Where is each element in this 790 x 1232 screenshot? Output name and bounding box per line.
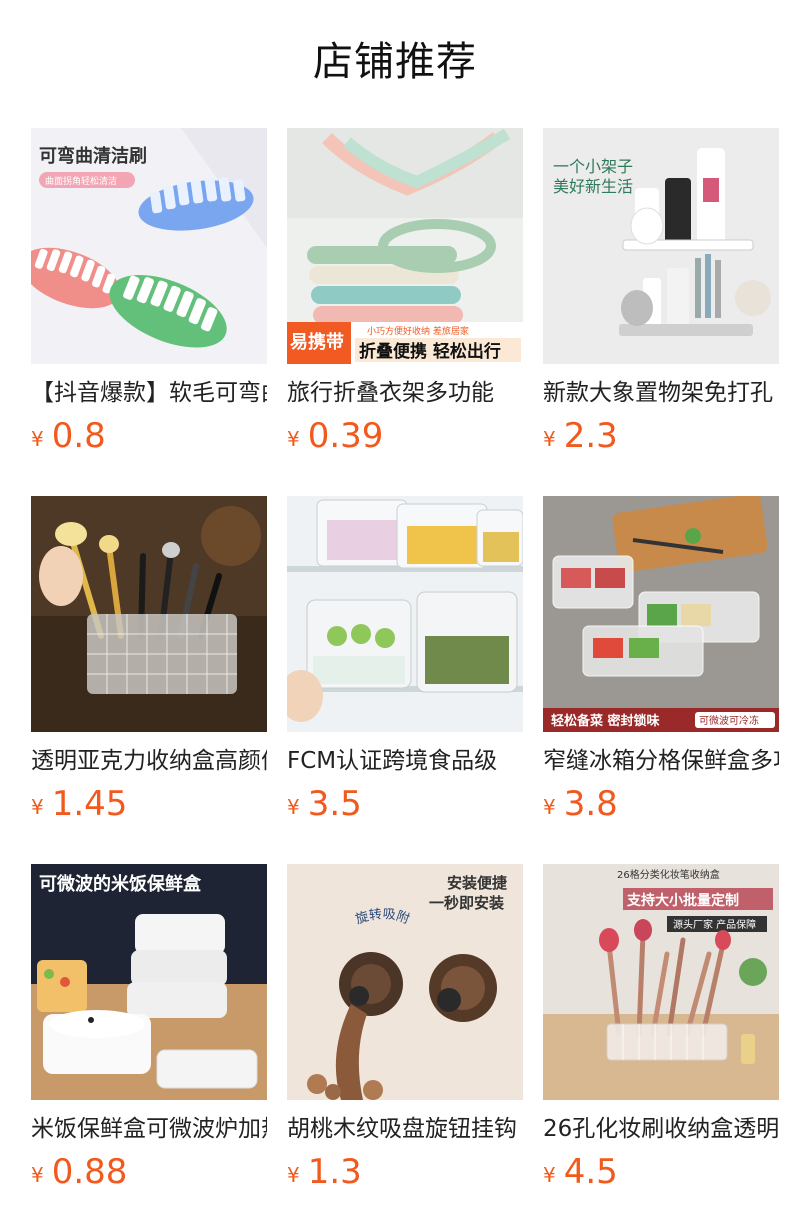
product-image-fridge-box[interactable] — [287, 496, 523, 732]
currency-symbol: ¥ — [31, 427, 44, 451]
product-image-divided-box[interactable]: 轻松备菜 密封锁味 可微波可冷冻 — [543, 496, 779, 732]
product-image-rice-box[interactable]: 可微波的米饭保鲜盒 — [31, 864, 267, 1100]
product-image-walnut-hook[interactable]: 安装便捷 一秒即安装 旋转吸附 — [287, 864, 523, 1100]
price-value: 4.5 — [563, 1152, 618, 1192]
product-card[interactable]: 透明亚克力收纳盒高颜值化妆刷收纳 ¥ 1.45 — [31, 496, 267, 836]
product-card[interactable]: 一个小架子 美好新生活 新款大象置物架免打孔 ¥ 2.3 — [543, 128, 779, 468]
currency-symbol: ¥ — [287, 1163, 300, 1187]
product-price: ¥ 3.8 — [543, 784, 618, 828]
image-line2: 美好新生活 — [553, 177, 633, 196]
product-card[interactable]: 易携带 小巧方便好收纳 差旅居家 折叠便携 轻松出行 旅行折叠衣架多功能 ¥ 0… — [287, 128, 523, 468]
currency-symbol: ¥ — [543, 795, 556, 819]
image-line1: 安装便捷 — [447, 874, 508, 892]
product-title[interactable]: 胡桃木纹吸盘旋钮挂钩 — [287, 1114, 523, 1144]
product-price: ¥ 1.45 — [31, 784, 127, 828]
price-value: 0.8 — [51, 416, 106, 456]
product-card[interactable]: 可微波的米饭保鲜盒 米饭保鲜盒可微波炉加热 ¥ 0.88 — [31, 864, 267, 1204]
product-title[interactable]: 窄缝冰箱分格保鲜盒多功能 — [543, 746, 779, 776]
image-tag: 源头厂家 产品保障 — [673, 918, 756, 931]
price-value: 0.88 — [51, 1152, 128, 1192]
product-title[interactable]: 旅行折叠衣架多功能 — [287, 378, 523, 408]
section-header: 店铺推荐 — [0, 0, 790, 128]
product-card[interactable]: FCM认证跨境食品级 ¥ 3.5 — [287, 496, 523, 836]
image-big: 支持大小批量定制 — [626, 892, 739, 909]
product-price: ¥ 0.8 — [31, 416, 106, 460]
price-value: 2.3 — [563, 416, 618, 456]
image-big: 折叠便携 轻松出行 — [359, 341, 501, 362]
product-title[interactable]: 【抖音爆款】软毛可弯曲清洁刷 — [31, 378, 267, 408]
product-title[interactable]: 新款大象置物架免打孔 — [543, 378, 779, 408]
product-image-hanger[interactable]: 易携带 小巧方便好收纳 差旅居家 折叠便携 轻松出行 — [287, 128, 523, 364]
currency-symbol: ¥ — [543, 1163, 556, 1187]
product-price: ¥ 0.88 — [31, 1152, 127, 1196]
currency-symbol: ¥ — [543, 427, 556, 451]
image-tag: 可微波可冷冻 — [699, 714, 759, 727]
image-headline: 可微波的米饭保鲜盒 — [39, 873, 202, 895]
product-price: ¥ 2.3 — [543, 416, 618, 460]
product-card[interactable]: 26格分类化妆笔收纳盒 支持大小批量定制 源头厂家 产品保障 26孔化妆刷收纳盒… — [543, 864, 779, 1204]
product-price: ¥ 0.39 — [287, 416, 383, 460]
price-value: 3.5 — [307, 784, 362, 824]
image-badge: 易携带 — [290, 331, 344, 353]
product-card[interactable]: 轻松备菜 密封锁味 可微波可冷冻 窄缝冰箱分格保鲜盒多功能 ¥ 3.8 — [543, 496, 779, 836]
currency-symbol: ¥ — [31, 1163, 44, 1187]
currency-symbol: ¥ — [287, 795, 300, 819]
product-price: ¥ 1.3 — [287, 1152, 362, 1196]
price-value: 3.8 — [563, 784, 618, 824]
product-title[interactable]: 26孔化妆刷收纳盒透明 — [543, 1114, 779, 1144]
price-value: 1.3 — [307, 1152, 362, 1192]
image-small: 小巧方便好收纳 差旅居家 — [367, 325, 469, 337]
product-price: ¥ 3.5 — [287, 784, 362, 828]
product-card[interactable]: 可弯曲清洁刷 曲面拐角轻松清洁 【抖音爆款】软毛可弯 ¥ 0.8 — [31, 128, 267, 468]
image-banner: 轻松备菜 密封锁味 — [551, 713, 660, 729]
image-tag: 曲面拐角轻松清洁 — [45, 175, 117, 187]
product-image-acrylic-box[interactable] — [31, 496, 267, 732]
currency-symbol: ¥ — [287, 427, 300, 451]
product-image-brush-holder[interactable]: 26格分类化妆笔收纳盒 支持大小批量定制 源头厂家 产品保障 — [543, 864, 779, 1100]
image-line2: 一秒即安装 — [429, 894, 505, 912]
price-value: 0.39 — [307, 416, 384, 456]
currency-symbol: ¥ — [31, 795, 44, 819]
product-image-elephant-shelf[interactable]: 一个小架子 美好新生活 — [543, 128, 779, 364]
product-title[interactable]: FCM认证跨境食品级 — [287, 746, 523, 776]
product-image-brush[interactable]: 可弯曲清洁刷 曲面拐角轻松清洁 — [31, 128, 267, 364]
image-line1: 一个小架子 — [553, 157, 633, 176]
image-small: 26格分类化妆笔收纳盒 — [617, 868, 720, 881]
product-title[interactable]: 透明亚克力收纳盒高颜值化妆刷收纳 — [31, 746, 267, 776]
product-card[interactable]: 安装便捷 一秒即安装 旋转吸附 胡桃木纹吸盘旋钮挂钩 ¥ 1.3 — [287, 864, 523, 1204]
product-price: ¥ 4.5 — [543, 1152, 618, 1196]
image-headline: 可弯曲清洁刷 — [39, 145, 147, 167]
section-title: 店铺推荐 — [313, 39, 477, 85]
price-value: 1.45 — [51, 784, 128, 824]
product-title[interactable]: 米饭保鲜盒可微波炉加热 — [31, 1114, 267, 1144]
